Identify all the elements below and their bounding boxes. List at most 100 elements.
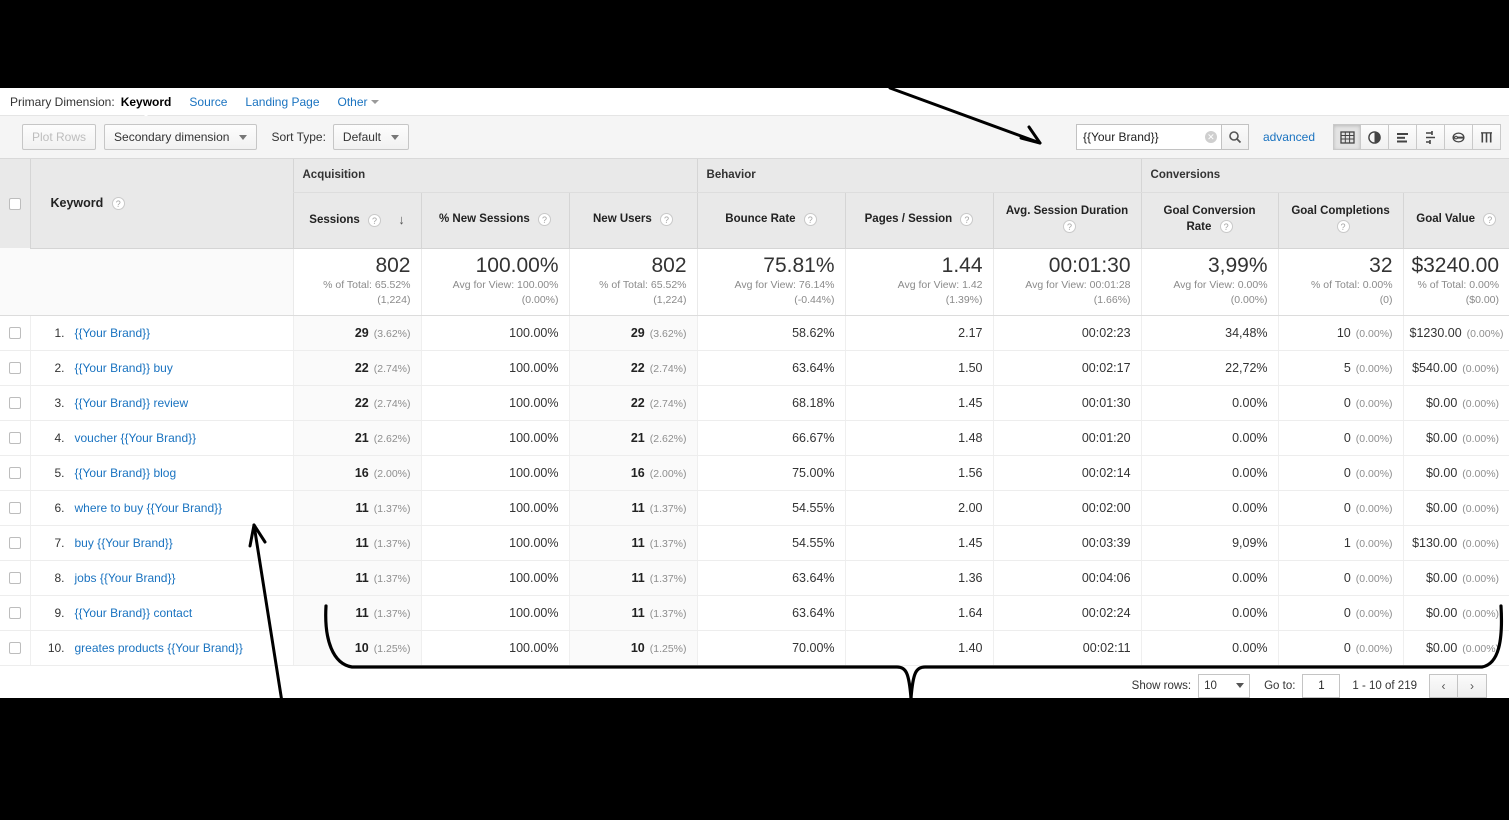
row-goal-completions: 5 (0.00%): [1277, 350, 1404, 386]
next-page-button[interactable]: ›: [1458, 673, 1487, 698]
row-checkbox-cell[interactable]: [0, 490, 30, 526]
row-checkbox[interactable]: [8, 432, 21, 445]
help-icon[interactable]: ?: [1483, 212, 1497, 226]
row-new-sessions-pct: 100.00%: [420, 455, 569, 491]
row-checkbox-cell[interactable]: [0, 595, 30, 631]
column-header-pages-session[interactable]: Pages / Session ?: [844, 192, 994, 249]
row-checkbox-cell[interactable]: [0, 315, 30, 351]
row-checkbox-cell[interactable]: [0, 455, 30, 491]
row-keyword-link[interactable]: {{Your Brand}} contact: [75, 606, 193, 620]
row-keyword-link[interactable]: buy {{Your Brand}}: [75, 536, 173, 550]
row-bounce-rate: 54.55%: [696, 490, 846, 526]
column-header-new-sessions-pct[interactable]: % New Sessions ?: [420, 192, 569, 249]
row-goal-completions: 0 (0.00%): [1277, 595, 1404, 631]
table-row[interactable]: 9. {{Your Brand}} contact 11 (1.37%) 100.…: [0, 595, 1509, 631]
primary-dimension-keyword[interactable]: Keyword: [121, 95, 171, 120]
row-keyword-link[interactable]: voucher {{Your Brand}}: [75, 431, 197, 445]
table-row[interactable]: 7. buy {{Your Brand}} 11 (1.37%) 100.00% …: [0, 525, 1509, 561]
row-new-sessions-pct: 100.00%: [420, 525, 569, 561]
row-keyword-link[interactable]: jobs {{Your Brand}}: [75, 571, 176, 585]
row-checkbox[interactable]: [8, 362, 21, 375]
plot-rows-button[interactable]: Plot Rows: [22, 124, 97, 150]
help-icon[interactable]: ?: [960, 212, 974, 226]
table-row[interactable]: 2. {{Your Brand}} buy 22 (2.74%) 100.00% …: [0, 350, 1509, 386]
table-row[interactable]: 10. greates products {{Your Brand}} 10 (1…: [0, 630, 1509, 666]
help-icon[interactable]: ?: [1336, 220, 1350, 234]
search-box[interactable]: ✕: [1075, 124, 1221, 150]
row-keyword-link[interactable]: {{Your Brand}}: [75, 326, 151, 340]
help-icon[interactable]: ?: [368, 213, 381, 227]
help-icon[interactable]: ?: [660, 212, 674, 226]
row-bounce-rate: 68.18%: [696, 385, 846, 421]
row-keyword-link[interactable]: where to buy {{Your Brand}}: [75, 501, 223, 515]
sort-type-button[interactable]: Default: [332, 124, 409, 150]
clear-search-icon[interactable]: ✕: [1204, 131, 1217, 143]
table-row[interactable]: 3. {{Your Brand}} review 22 (2.74%) 100.0…: [0, 385, 1509, 421]
help-icon[interactable]: ?: [1063, 220, 1077, 234]
summary-sessions-sub2: (1,224): [377, 294, 411, 307]
comparison-view-icon[interactable]: [1417, 124, 1445, 150]
table-body: 802 % of Total: 65.52% (1,224) 100.00% A…: [0, 248, 1509, 666]
table-row[interactable]: 8. jobs {{Your Brand}} 11 (1.37%) 100.00%…: [0, 560, 1509, 596]
row-checkbox-cell[interactable]: [0, 350, 30, 386]
row-keyword-link[interactable]: {{Your Brand}} buy: [75, 361, 173, 375]
column-header-avg-session-duration[interactable]: Avg. Session Duration ?: [992, 192, 1142, 249]
table-row[interactable]: 1. {{Your Brand}} 29 (3.62%) 100.00% 29 (3…: [0, 315, 1509, 351]
pie-chart-view-icon[interactable]: [1361, 124, 1389, 150]
row-sessions: 21 (2.62%): [292, 420, 421, 456]
chevron-down-icon: [1236, 683, 1245, 688]
table-row[interactable]: 4. voucher {{Your Brand}} 21 (2.62%) 100.…: [0, 420, 1509, 456]
help-icon[interactable]: ?: [1219, 220, 1233, 234]
sort-descending-icon[interactable]: ↓: [398, 211, 405, 229]
row-checkbox[interactable]: [8, 607, 21, 620]
secondary-dimension-button[interactable]: Secondary dimension: [104, 124, 258, 150]
group-header-acquisition: Acquisition: [292, 159, 698, 193]
column-header-bounce-rate[interactable]: Bounce Rate ?: [696, 192, 846, 249]
help-icon[interactable]: ?: [537, 212, 551, 226]
row-checkbox[interactable]: [8, 397, 21, 410]
primary-dimension-other[interactable]: Other: [338, 95, 379, 109]
row-keyword-link[interactable]: {{Your Brand}} review: [75, 396, 189, 410]
previous-page-button[interactable]: ‹: [1429, 673, 1458, 698]
help-icon[interactable]: ?: [803, 212, 817, 226]
row-checkbox-cell[interactable]: [0, 420, 30, 456]
pivot-view-icon[interactable]: [1445, 124, 1473, 150]
column-header-sessions[interactable]: Sessions ? ↓: [292, 192, 421, 249]
go-to-input[interactable]: [1302, 673, 1341, 698]
row-checkbox[interactable]: [8, 502, 21, 515]
column-header-goal-completions[interactable]: Goal Completions ?: [1277, 192, 1404, 249]
row-checkbox-cell[interactable]: [0, 560, 30, 596]
row-checkbox[interactable]: [8, 467, 21, 480]
performance-view-icon[interactable]: [1473, 124, 1501, 150]
primary-dimension-landing-page[interactable]: Landing Page: [245, 95, 319, 109]
show-rows-select[interactable]: 10: [1198, 673, 1251, 698]
column-header-keyword-label: Keyword: [50, 196, 104, 211]
row-checkbox-cell[interactable]: [0, 525, 30, 561]
column-header-goal-conversion-rate[interactable]: Goal Conversion Rate ?: [1140, 192, 1279, 249]
row-checkbox-cell[interactable]: [0, 385, 30, 421]
table-row[interactable]: 5. {{Your Brand}} blog 16 (2.00%) 100.00%…: [0, 455, 1509, 491]
row-keyword-link[interactable]: {{Your Brand}} blog: [75, 466, 177, 480]
row-checkbox-cell[interactable]: [0, 630, 30, 666]
primary-dimension-source[interactable]: Source: [189, 95, 227, 109]
summary-pages-session-value: 1.44: [941, 253, 983, 277]
select-all-checkbox[interactable]: [8, 198, 21, 211]
summary-goal-value-sub1: % of Total: 0.00%: [1417, 278, 1500, 291]
row-checkbox[interactable]: [8, 537, 21, 550]
chevron-down-icon: [370, 100, 379, 105]
row-checkbox[interactable]: [8, 572, 21, 585]
table-row[interactable]: 6. where to buy {{Your Brand}} 11 (1.37%)…: [0, 490, 1509, 526]
column-header-goal-value[interactable]: Goal Value ?: [1402, 192, 1509, 249]
column-header-new-users[interactable]: New Users ?: [568, 192, 698, 249]
search-button[interactable]: [1220, 124, 1249, 150]
help-icon[interactable]: ?: [111, 197, 125, 211]
row-keyword-link[interactable]: greates products {{Your Brand}}: [75, 641, 243, 655]
advanced-link[interactable]: advanced: [1263, 130, 1315, 144]
row-checkbox[interactable]: [8, 642, 21, 655]
summary-avg-session-duration-sub2: (1.66%): [1093, 294, 1131, 307]
bar-chart-view-icon[interactable]: [1389, 124, 1417, 150]
table-view-icon[interactable]: [1333, 124, 1361, 150]
column-header-keyword[interactable]: Keyword ?: [29, 159, 293, 249]
search-input[interactable]: [1082, 130, 1202, 144]
row-checkbox[interactable]: [8, 327, 21, 340]
